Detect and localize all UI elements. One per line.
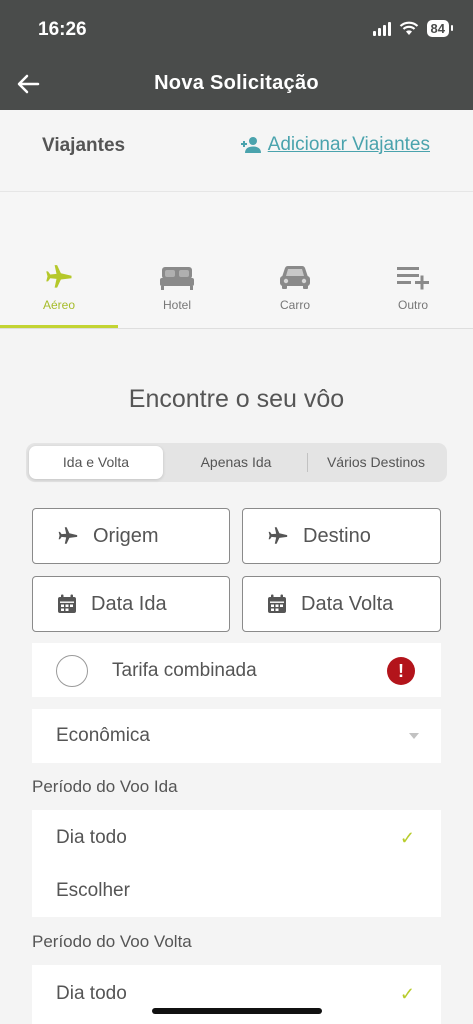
combined-fare-label: Tarifa combinada bbox=[112, 660, 257, 681]
tab-label: Outro bbox=[397, 298, 428, 312]
trip-type-selector: Ida e Volta Apenas Ida Vários Destinos bbox=[26, 443, 447, 482]
add-travelers-label: Adicionar Viajantes bbox=[267, 134, 430, 155]
travelers-label: Viajantes bbox=[42, 135, 126, 156]
outbound-option-choose[interactable]: Escolher bbox=[56, 880, 130, 902]
tab-outro[interactable]: Outro bbox=[354, 262, 472, 328]
cabin-class-value: Econômica bbox=[56, 725, 150, 746]
destination-field[interactable]: Destino bbox=[242, 508, 441, 564]
airplane-icon bbox=[268, 527, 288, 544]
check-icon: ✓ bbox=[399, 984, 415, 1004]
app-header: 16:26 84 Nova Solicitação bbox=[0, 0, 473, 110]
tab-label: Carro bbox=[279, 298, 310, 312]
return-option-all-day[interactable]: Dia todo bbox=[56, 983, 127, 1005]
departure-date-label: Data Ida bbox=[91, 592, 167, 615]
airplane-icon bbox=[46, 265, 72, 288]
cabin-class-select[interactable]: Econômica bbox=[32, 709, 441, 763]
tab-label: Aéreo bbox=[42, 298, 76, 312]
status-icons: 84 bbox=[372, 20, 454, 37]
service-tabs: Aéreo Hotel Carro Outro bbox=[0, 192, 473, 329]
trip-type-round-trip[interactable]: Ida e Volta bbox=[29, 446, 163, 479]
add-travelers-link[interactable]: Adicionar Viajantes bbox=[240, 134, 430, 156]
return-date-label: Data Volta bbox=[301, 592, 394, 615]
search-heading: Encontre o seu vôo bbox=[128, 385, 345, 413]
trip-type-one-way[interactable]: Apenas Ida bbox=[166, 446, 306, 479]
combined-fare-row: Tarifa combinada ! bbox=[32, 643, 441, 697]
page-title: Nova Solicitação bbox=[154, 72, 319, 94]
active-tab-indicator bbox=[0, 325, 118, 328]
outbound-period-list: Dia todo ✓ Escolher bbox=[32, 810, 441, 917]
return-period-list: Dia todo ✓ bbox=[32, 965, 441, 1024]
tab-aereo[interactable]: Aéreo bbox=[0, 262, 118, 328]
battery-icon: 84 bbox=[426, 20, 454, 37]
destination-label: Destino bbox=[303, 524, 371, 547]
return-period-label: Período do Voo Volta bbox=[32, 932, 192, 951]
origin-label: Origem bbox=[93, 524, 159, 547]
add-list-icon bbox=[397, 267, 429, 290]
tab-carro[interactable]: Carro bbox=[236, 262, 354, 328]
travelers-bar: Viajantes Adicionar Viajantes bbox=[0, 110, 473, 192]
calendar-icon bbox=[268, 594, 286, 613]
alert-icon[interactable]: ! bbox=[387, 657, 415, 685]
check-icon: ✓ bbox=[399, 828, 415, 848]
return-date-field[interactable]: Data Volta bbox=[242, 576, 441, 632]
departure-date-field[interactable]: Data Ida bbox=[32, 576, 230, 632]
tab-label: Hotel bbox=[162, 298, 191, 312]
calendar-icon bbox=[58, 594, 76, 613]
add-person-icon bbox=[240, 137, 261, 153]
airplane-icon bbox=[58, 527, 78, 544]
trip-type-multi-city[interactable]: Vários Destinos bbox=[308, 446, 444, 479]
outbound-option-all-day[interactable]: Dia todo bbox=[56, 827, 127, 849]
chevron-down-icon bbox=[409, 733, 419, 739]
signal-icon bbox=[372, 21, 391, 36]
origin-field[interactable]: Origem bbox=[32, 508, 230, 564]
home-indicator bbox=[152, 1008, 322, 1014]
car-icon bbox=[280, 266, 310, 289]
status-time: 16:26 bbox=[38, 19, 87, 40]
bed-icon bbox=[160, 267, 194, 290]
tab-hotel[interactable]: Hotel bbox=[118, 262, 236, 328]
combined-fare-radio[interactable] bbox=[56, 655, 88, 687]
wifi-icon bbox=[399, 21, 418, 35]
outbound-period-label: Período do Voo Ida bbox=[32, 777, 178, 796]
